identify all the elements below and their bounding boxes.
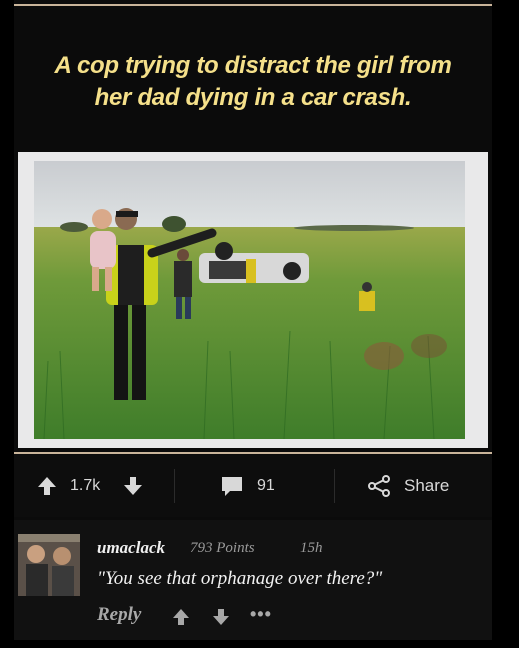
- reply-button[interactable]: Reply: [97, 604, 141, 626]
- upvote-count: 1.7k: [70, 477, 101, 494]
- top-border: [14, 4, 492, 6]
- share-label: Share: [404, 476, 450, 495]
- comment-username[interactable]: umaclack: [97, 538, 165, 558]
- post-title: A cop trying to distract the girl from h…: [14, 50, 492, 114]
- comment-points: 793 Points: [190, 540, 255, 556]
- post-image-drawing: [34, 161, 465, 439]
- upvote-button[interactable]: [36, 455, 58, 517]
- action-divider: [174, 469, 175, 503]
- comment-downvote-button[interactable]: [212, 608, 230, 631]
- separator: [14, 452, 492, 454]
- comment-count: 91: [257, 477, 275, 494]
- avatar-image: [18, 534, 80, 596]
- more-dots-icon[interactable]: •••: [250, 604, 272, 625]
- post-title-line-1: A cop trying to distract the girl from: [54, 52, 452, 79]
- share-icon: [368, 475, 390, 497]
- arrow-up-icon: [173, 609, 189, 625]
- post-image[interactable]: [34, 161, 465, 439]
- speech-bubble-icon: [222, 477, 242, 496]
- avatar[interactable]: [18, 534, 80, 596]
- comments-button[interactable]: [220, 455, 244, 517]
- action-bar: 1.7k 91 Share: [14, 455, 492, 517]
- downvote-button[interactable]: [122, 455, 144, 517]
- comment-timestamp: 15h: [300, 540, 323, 556]
- arrow-down-icon: [213, 609, 229, 625]
- share-button[interactable]: Share: [366, 455, 449, 517]
- comment-upvote-button[interactable]: [172, 608, 190, 631]
- action-divider: [334, 469, 335, 503]
- arrow-down-icon: [124, 477, 142, 495]
- comment-text: "You see that orphanage over there?": [97, 568, 383, 589]
- arrow-up-icon: [38, 477, 56, 495]
- post-title-line-2: her dad dying in a car crash.: [94, 84, 412, 111]
